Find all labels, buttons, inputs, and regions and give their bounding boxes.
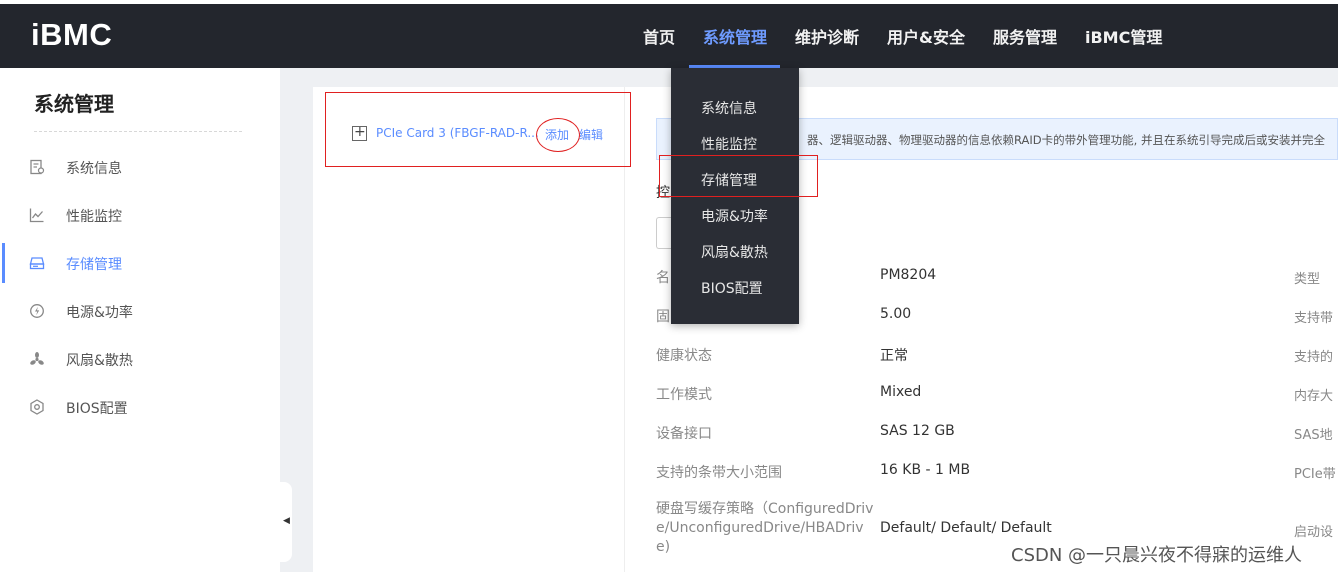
system-info-icon bbox=[29, 159, 45, 175]
sidebar-item-label: 性能监控 bbox=[66, 209, 122, 225]
row-write-cache-value: Default/ Default/ Default bbox=[880, 520, 1052, 536]
dropdown-item-bios[interactable]: BIOS配置 bbox=[701, 278, 763, 298]
row-interface-label: 设备接口 bbox=[656, 426, 712, 442]
row-firmware-value: 5.00 bbox=[880, 306, 912, 322]
row-name-value: PM8204 bbox=[880, 267, 937, 283]
sidebar: 系统管理 系统信息 性能监控 存储管理 电源&功率 风扇&散热 BIOS配置 bbox=[0, 68, 280, 572]
sidebar-item-label: 风扇&散热 bbox=[66, 353, 133, 369]
row-sas-address-label: SAS地 bbox=[1294, 428, 1333, 443]
notice-text: 器、逻辑驱动器、物理驱动器的信息依赖RAID卡的带外管理功能, 并且在系统引导完… bbox=[807, 133, 1325, 147]
storage-icon bbox=[29, 255, 45, 271]
watermark: CSDN @一只晨兴夜不得寐的运维人 bbox=[1011, 545, 1303, 566]
row-interface-value: SAS 12 GB bbox=[880, 423, 955, 439]
row-write-cache-label: 硬盘写缓存策略（ConfiguredDrive/UnconfiguredDriv… bbox=[656, 501, 874, 555]
sidebar-item-label: 存储管理 bbox=[66, 257, 122, 273]
sidebar-item-storage[interactable]: 存储管理 bbox=[0, 243, 280, 283]
row-firmware-label: 固 bbox=[656, 309, 670, 325]
row-memory-label: 内存大 bbox=[1294, 389, 1334, 404]
nav-service-management[interactable]: 服务管理 bbox=[993, 24, 1057, 68]
dropdown-item-performance[interactable]: 性能监控 bbox=[701, 134, 757, 154]
bios-icon bbox=[29, 399, 45, 415]
dropdown-item-power[interactable]: 电源&功率 bbox=[701, 206, 768, 226]
row-pcie-band-label: PCIe带 bbox=[1294, 467, 1336, 482]
row-boot-device-label: 启动设 bbox=[1294, 525, 1334, 540]
chart-icon bbox=[29, 207, 45, 223]
row-stripe-label: 支持的条带大小范围 bbox=[656, 465, 782, 481]
row-mode-value: Mixed bbox=[880, 384, 922, 400]
sidebar-item-label: BIOS配置 bbox=[66, 401, 128, 417]
annotation-box-card bbox=[325, 92, 631, 167]
row-name-label: 名 bbox=[656, 270, 670, 286]
sidebar-title: 系统管理 bbox=[34, 92, 114, 116]
sidebar-item-system-info[interactable]: 系统信息 bbox=[0, 147, 280, 187]
caret-left-icon: ◀ bbox=[283, 516, 290, 526]
row-support-band-label: 支持带 bbox=[1294, 311, 1334, 326]
nav-home[interactable]: 首页 bbox=[643, 24, 675, 68]
dropdown-item-fan[interactable]: 风扇&散热 bbox=[701, 242, 768, 262]
sidebar-item-bios[interactable]: BIOS配置 bbox=[0, 387, 280, 427]
collapse-sidebar-button[interactable]: ◀ bbox=[280, 482, 292, 562]
sidebar-divider bbox=[34, 131, 242, 132]
sidebar-item-performance[interactable]: 性能监控 bbox=[0, 195, 280, 235]
nav-user-security[interactable]: 用户&安全 bbox=[887, 24, 965, 68]
row-type-label: 类型 bbox=[1294, 272, 1321, 287]
sidebar-item-fan[interactable]: 风扇&散热 bbox=[0, 339, 280, 379]
row-mode-label: 工作模式 bbox=[656, 387, 712, 403]
nav-ibmc-management[interactable]: iBMC管理 bbox=[1085, 24, 1162, 68]
row-stripe-value: 16 KB - 1 MB bbox=[880, 462, 971, 478]
nav-maintenance[interactable]: 维护诊断 bbox=[795, 24, 859, 68]
sidebar-item-label: 系统信息 bbox=[66, 161, 122, 177]
nav-system-management[interactable]: 系统管理 bbox=[703, 24, 767, 68]
sidebar-item-label: 电源&功率 bbox=[66, 305, 133, 321]
dropdown-item-system-info[interactable]: 系统信息 bbox=[701, 98, 757, 118]
row-health-value: 正常 bbox=[880, 348, 908, 364]
fan-icon bbox=[29, 351, 45, 367]
sidebar-item-power[interactable]: 电源&功率 bbox=[0, 291, 280, 331]
row-supported-label: 支持的 bbox=[1294, 350, 1334, 365]
power-icon bbox=[29, 303, 45, 319]
annotation-ellipse-add bbox=[536, 118, 580, 152]
annotation-box-storage bbox=[659, 155, 818, 197]
ibmc-logo: iBMC bbox=[31, 17, 113, 52]
row-health-label: 健康状态 bbox=[656, 348, 712, 364]
